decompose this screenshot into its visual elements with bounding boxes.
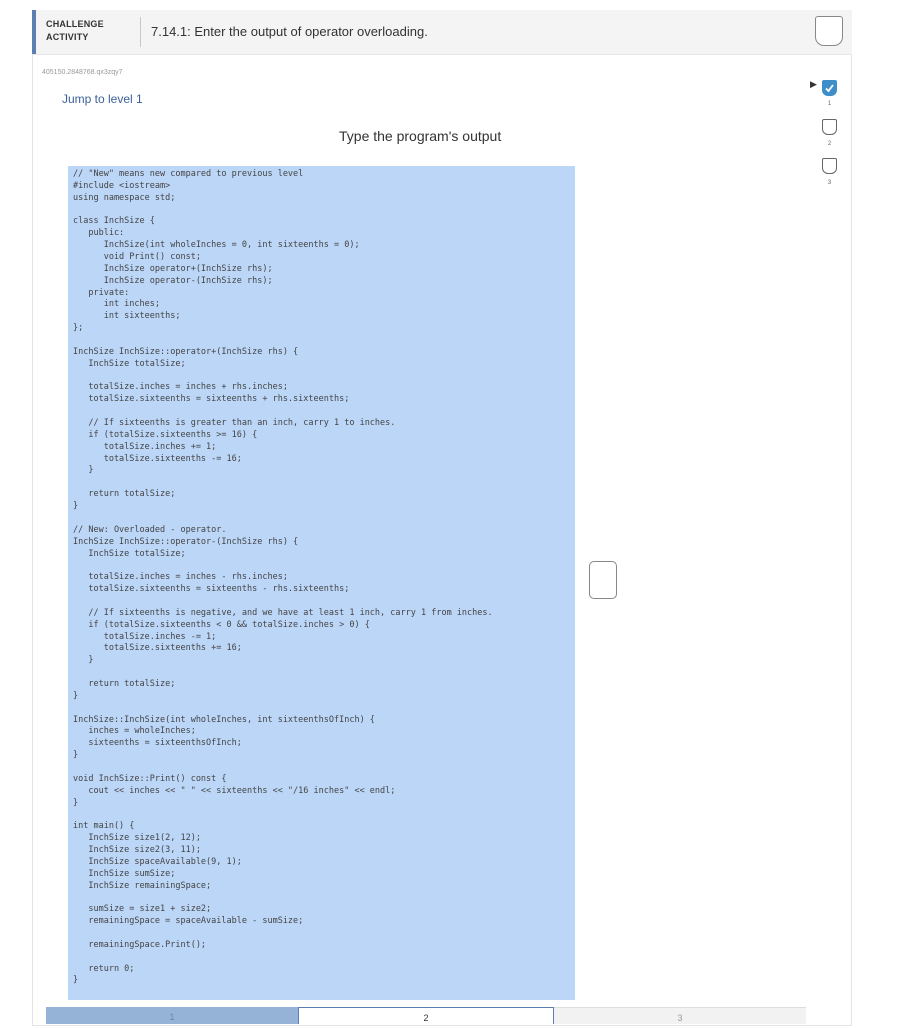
code-line: return 0;: [73, 963, 135, 974]
code-line: return totalSize;: [73, 489, 176, 500]
output-prompt: Type the program's output: [339, 128, 502, 144]
code-line: int main() {: [73, 821, 135, 832]
code-line: totalSize.sixteenths = sixteenths - rhs.…: [73, 584, 350, 595]
code-line: InchSize totalSize;: [73, 548, 186, 559]
code-line: // If sixteenths is greater than an inch…: [73, 418, 396, 429]
chevron-right-icon[interactable]: ▶: [810, 76, 822, 92]
code-line: // "New" means new compared to previous …: [73, 169, 304, 179]
answer-status-box: [589, 561, 617, 599]
code-line: totalSize.inches = inches - rhs.inches;: [73, 572, 288, 583]
code-line: if (totalSize.sixteenths >= 16) {: [73, 429, 258, 440]
code-line: public:: [73, 228, 125, 239]
code-line: InchSize operator-(InchSize rhs);: [73, 275, 273, 286]
code-line: int sixteenths;: [73, 311, 181, 322]
code-line: // If sixteenths is negative, and we hav…: [73, 607, 493, 618]
code-line: totalSize.inches += 1;: [73, 441, 217, 452]
code-line: sumSize = size1 + size2;: [73, 904, 212, 915]
code-line: class InchSize {: [73, 216, 155, 227]
code-line: InchSize InchSize::operator-(InchSize rh…: [73, 536, 299, 547]
code-line: remainingSpace.Print();: [73, 939, 207, 950]
code-line: InchSize(int wholeInches = 0, int sixtee…: [73, 240, 360, 251]
activity-header: CHALLENGE ACTIVITY 7.14.1: Enter the out…: [32, 10, 852, 55]
tab-level-3[interactable]: 3: [554, 1007, 806, 1024]
code-line: totalSize.sixteenths += 16;: [73, 643, 242, 654]
level-tabs: 1 2 3: [46, 1007, 806, 1024]
code-line: }: [73, 690, 79, 701]
tab-level-2[interactable]: 2: [298, 1007, 554, 1024]
reference-id: 405150.2848768.qx3zqy7: [42, 69, 123, 76]
code-block: // "New" means new compared to previous …: [68, 166, 575, 1000]
code-line: }: [73, 465, 94, 476]
activity-title: 7.14.1: Enter the output of operator ove…: [151, 24, 428, 39]
code-line: #include <iostream>: [73, 180, 171, 191]
code-line: remainingSpace = spaceAvailable - sumSiz…: [73, 916, 304, 927]
code-line: };: [73, 323, 84, 334]
challenge-badge: CHALLENGE ACTIVITY: [46, 18, 106, 44]
code-line: InchSize remainingSpace;: [73, 880, 212, 891]
code-line: sixteenths = sixteenthsOfInch;: [73, 738, 242, 749]
level-3-box-icon[interactable]: [822, 158, 837, 174]
code-line: InchSize InchSize::operator+(InchSize rh…: [73, 346, 299, 357]
level-2-label: 2: [827, 141, 832, 147]
code-line: InchSize operator+(InchSize rhs);: [73, 263, 273, 274]
code-line: InchSize sumSize;: [73, 868, 176, 879]
code-line: }: [73, 750, 79, 761]
code-line: // New: Overloaded - operator.: [73, 524, 227, 535]
code-line: inches = wholeInches;: [73, 726, 196, 737]
code-line: totalSize.inches -= 1;: [73, 631, 217, 642]
code-line: totalSize.sixteenths = sixteenths + rhs.…: [73, 394, 350, 405]
jump-to-level-link[interactable]: Jump to level 1: [62, 92, 143, 106]
badge-line-1: CHALLENGE: [46, 19, 104, 29]
code-line: }: [73, 797, 79, 808]
code-line: InchSize::InchSize(int wholeInches, int …: [73, 714, 375, 725]
level-3-label: 3: [827, 180, 832, 186]
level-1-label: 1: [827, 101, 832, 107]
code-line: InchSize spaceAvailable(9, 1);: [73, 856, 242, 867]
code-line: void Print() const;: [73, 252, 201, 263]
code-line: if (totalSize.sixteenths < 0 && totalSiz…: [73, 619, 370, 630]
code-line: InchSize size2(3, 11);: [73, 844, 201, 855]
code-line: totalSize.sixteenths -= 16;: [73, 453, 242, 464]
level-2-box-icon[interactable]: [822, 119, 837, 135]
code-line: }: [73, 655, 94, 666]
code-line: }: [73, 501, 79, 512]
code-line: InchSize size1(2, 12);: [73, 833, 201, 844]
activity-completion-icon: [815, 16, 843, 46]
level-1-check-icon[interactable]: [822, 80, 837, 96]
tab-level-1[interactable]: 1: [46, 1007, 298, 1024]
header-divider: [140, 17, 141, 47]
code-line: totalSize.inches = inches + rhs.inches;: [73, 382, 288, 393]
code-line: using namespace std;: [73, 192, 176, 203]
code-line: InchSize totalSize;: [73, 358, 186, 369]
badge-line-2: ACTIVITY: [46, 32, 89, 42]
header-accent-bar: [32, 10, 36, 54]
code-line: void InchSize::Print() const {: [73, 773, 227, 784]
code-line: private:: [73, 287, 130, 298]
code-line: int inches;: [73, 299, 160, 310]
code-line: }: [73, 975, 79, 986]
code-line: cout << inches << " " << sixteenths << "…: [73, 785, 396, 796]
code-line: return totalSize;: [73, 678, 176, 689]
